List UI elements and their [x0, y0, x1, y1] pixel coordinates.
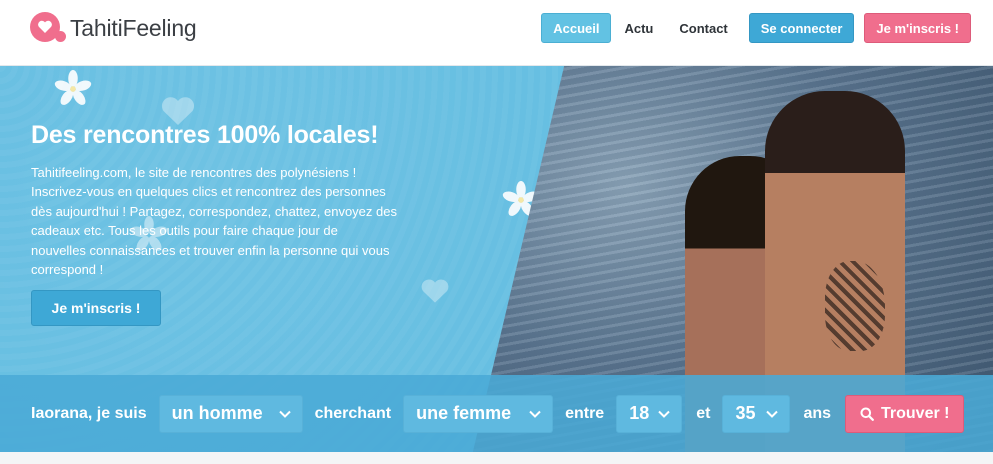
hero-description-line: correspond !	[31, 262, 104, 278]
hero-description-line: dès aujourd'hui ! Partagez, correspondez…	[31, 203, 397, 219]
signup-button[interactable]: Je m'inscris !	[864, 13, 971, 43]
hero-section: Des rencontres 100% locales! Tahitifeeli…	[0, 66, 993, 464]
age-max-select[interactable]: 35	[722, 394, 791, 433]
site-header: TahitiFeeling Accueil Actu Contact Se co…	[0, 0, 993, 66]
site-logo[interactable]: TahitiFeeling	[30, 12, 197, 44]
hero-description-line: Inscrivez-vous en quelques clics et renc…	[31, 184, 386, 200]
tiare-flower-icon	[54, 70, 92, 105]
age-min-value: 18	[629, 403, 650, 423]
gender-select[interactable]: un homme	[158, 394, 303, 433]
nav-accueil[interactable]: Accueil	[541, 13, 612, 43]
seeking-select[interactable]: une femme	[403, 394, 554, 433]
gender-select-value: un homme	[171, 403, 263, 423]
hero-description-line: cadeaux etc. Tous les outils pour faire …	[31, 223, 338, 239]
nav-contact[interactable]: Contact	[666, 21, 740, 36]
site-logo-text: TahitiFeeling	[70, 14, 197, 41]
login-button[interactable]: Se connecter	[748, 13, 855, 43]
and-label: et	[696, 404, 711, 422]
between-label: entre	[565, 404, 605, 422]
tattoo-pattern	[825, 261, 885, 351]
age-max-value: 35	[735, 403, 756, 423]
search-intro-label: Iaorana, je suis	[31, 404, 147, 422]
heart-decoration-icon	[421, 279, 449, 303]
hero-description-line: Tahitifeeling.com, le site de rencontres…	[31, 165, 357, 180]
search-submit-label: Trouver !	[881, 404, 950, 422]
page-content-start	[0, 452, 993, 464]
search-submit-button[interactable]: Trouver !	[845, 394, 965, 433]
chevron-down-icon	[766, 410, 779, 418]
seeking-select-value: une femme	[416, 403, 512, 423]
hero-description-line: nouvelles connaissances et trouver enfin…	[31, 242, 390, 258]
chevron-down-icon	[278, 410, 291, 418]
age-min-select[interactable]: 18	[616, 394, 683, 433]
chevron-down-icon	[529, 410, 541, 418]
heart-bubble-logo-icon	[30, 12, 68, 44]
search-icon	[860, 407, 874, 421]
nav-actu[interactable]: Actu	[611, 21, 666, 36]
hero-title: Des rencontres 100% locales!	[31, 121, 379, 149]
search-bar: Iaorana, je suis un homme cherchant une …	[0, 375, 993, 452]
hero-description: Tahitifeeling.com, le site de rencontres…	[31, 163, 421, 279]
main-nav: Accueil Actu Contact Se connecter Je m'i…	[541, 13, 971, 43]
hero-signup-button[interactable]: Je m'inscris !	[31, 290, 161, 326]
years-label: ans	[803, 404, 832, 422]
seeking-label: cherchant	[314, 404, 392, 422]
chevron-down-icon	[658, 410, 670, 418]
